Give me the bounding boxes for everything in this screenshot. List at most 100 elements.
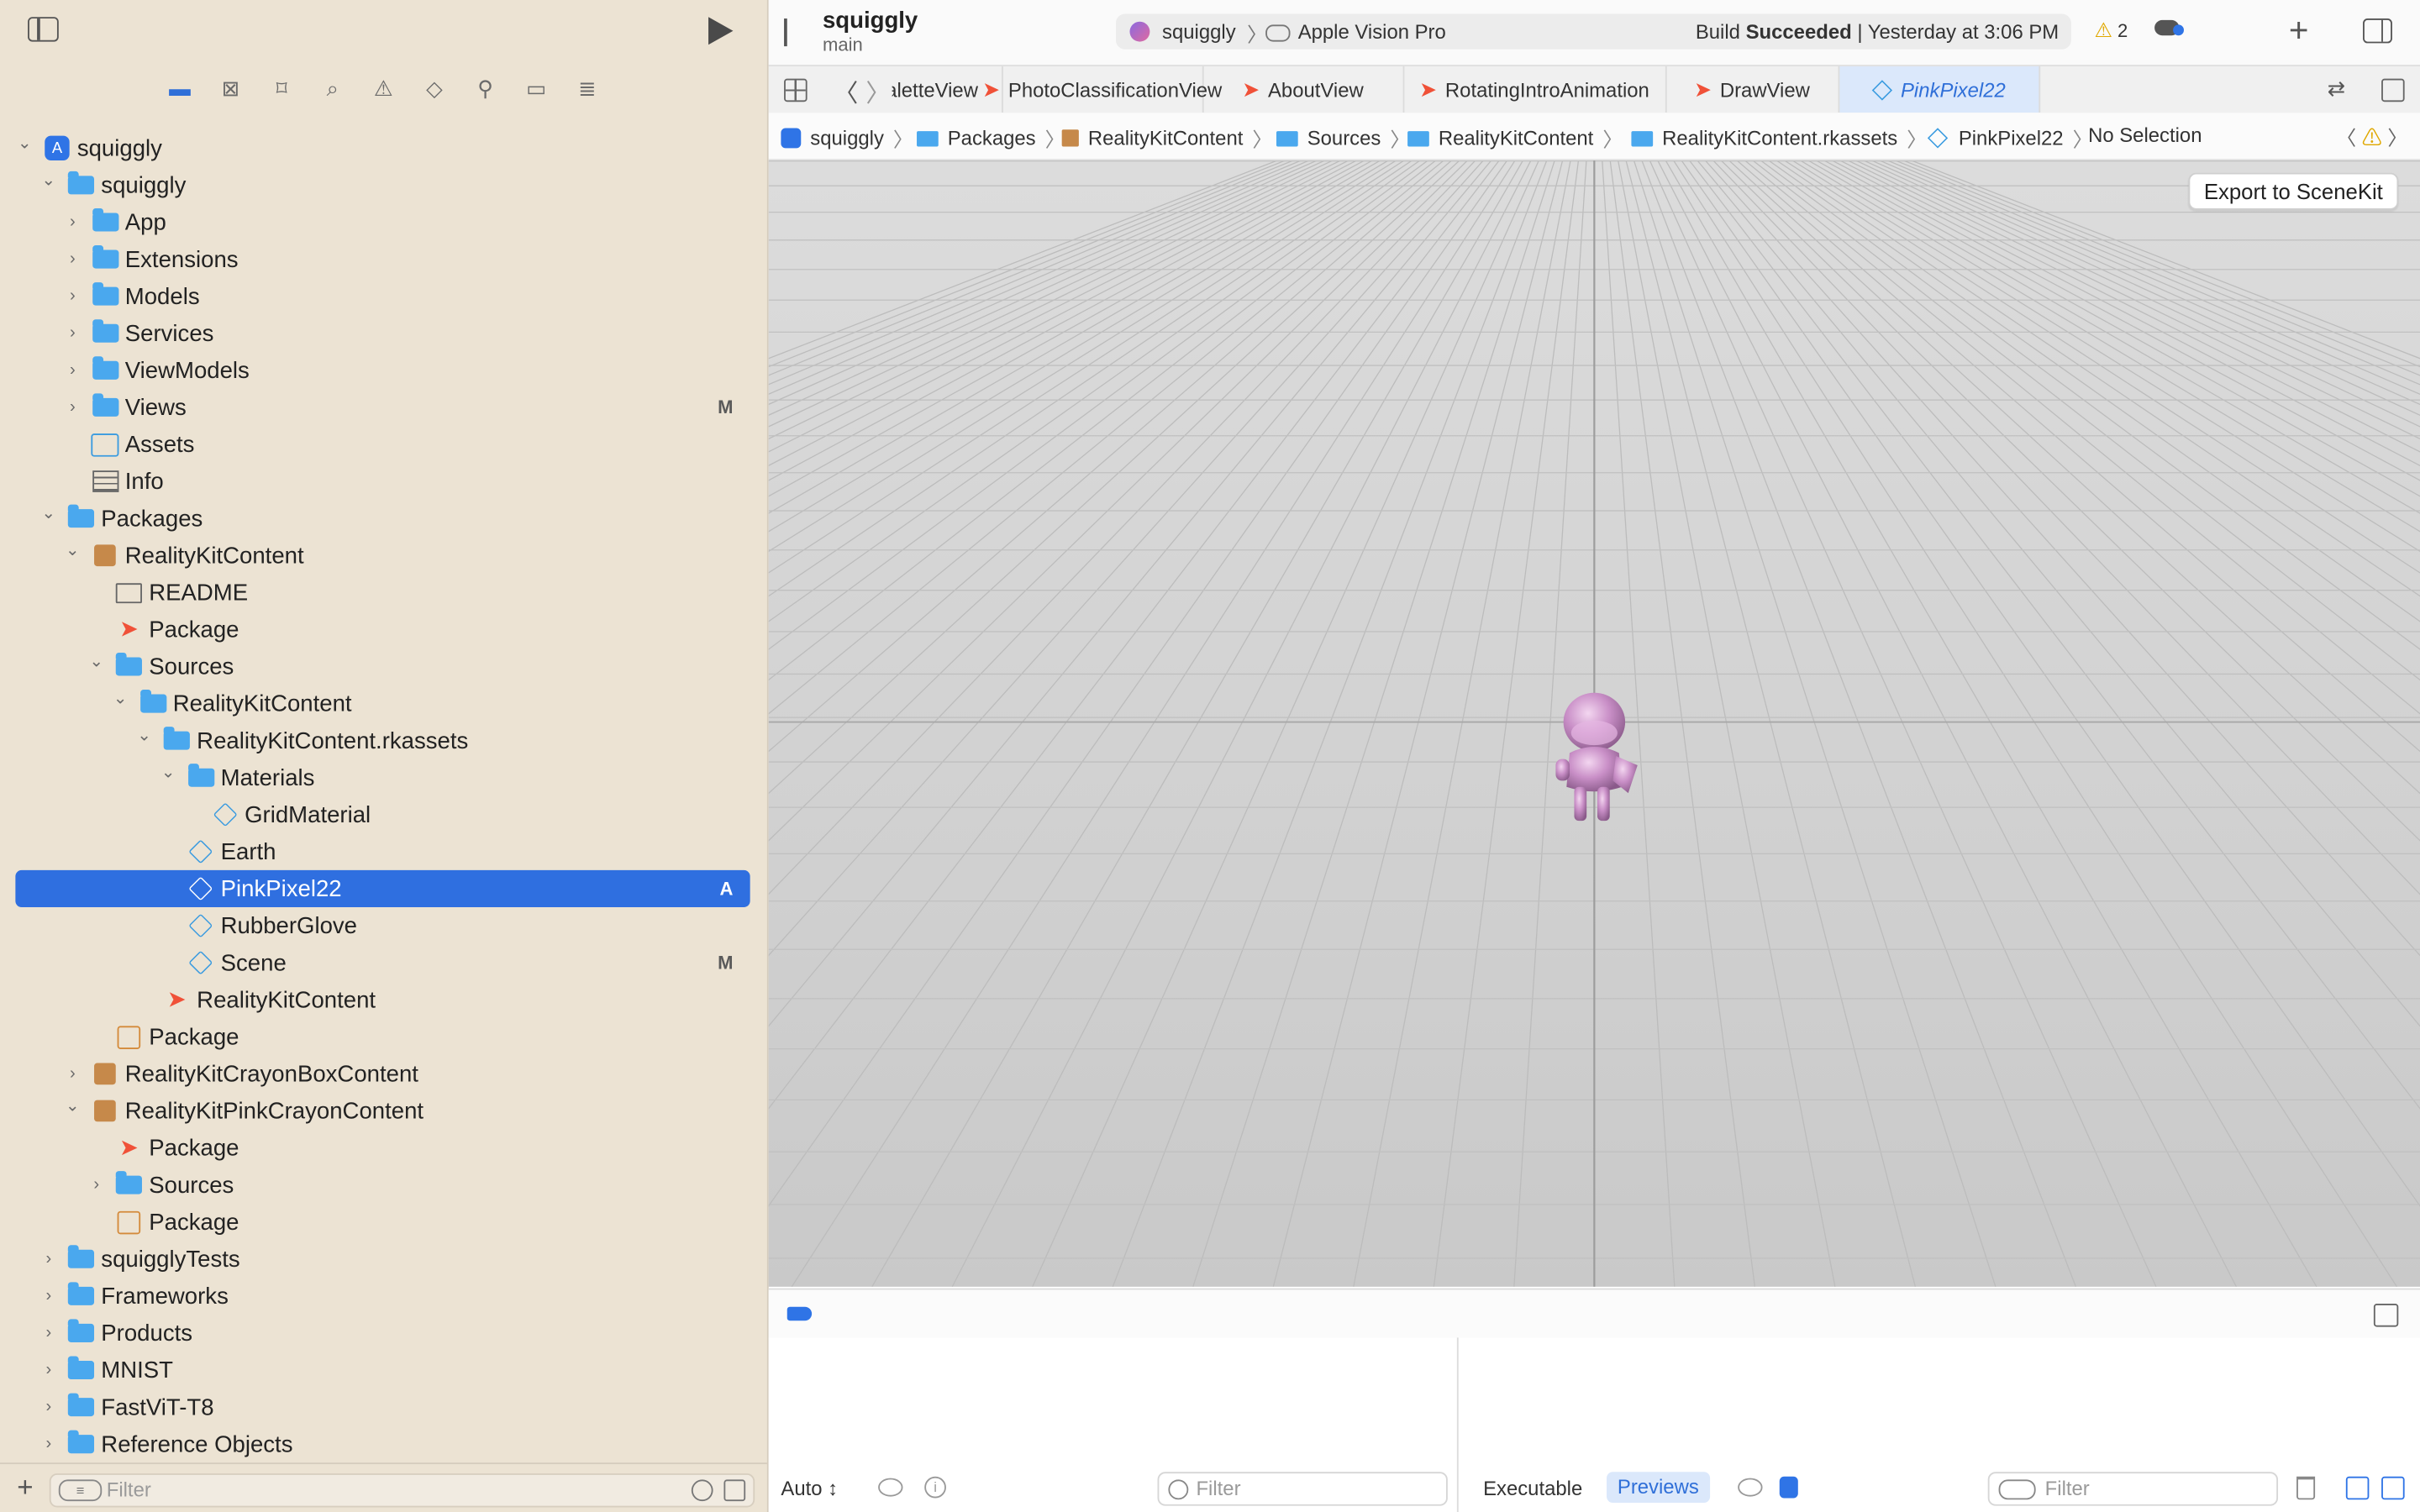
chevron-right-icon[interactable]: › — [39, 1361, 58, 1379]
chevron-right-icon[interactable]: › — [87, 1176, 106, 1194]
variables-scope-selector[interactable]: Auto ↕ — [781, 1477, 838, 1500]
tree-row[interactable]: README — [15, 574, 750, 611]
folder-icon[interactable]: ▬ — [165, 72, 196, 103]
chevron-right-icon[interactable]: › — [39, 1324, 58, 1342]
executable-tab[interactable]: Executable — [1483, 1477, 1582, 1500]
chevron-down-icon[interactable]: ⌄ — [39, 170, 58, 189]
tree-row[interactable]: › ViewModels — [15, 352, 750, 389]
filter-options-icon[interactable] — [1998, 1479, 2036, 1500]
chevron-down-icon[interactable]: ⌄ — [63, 1095, 82, 1115]
tree-row[interactable]: ➤ Package — [15, 1129, 750, 1166]
tree-row[interactable]: ⌄ Packages — [15, 500, 750, 537]
tree-row[interactable]: ⌄ Sources — [15, 648, 750, 685]
chevron-down-icon[interactable]: ⌄ — [63, 540, 82, 559]
chevron-right-icon[interactable]: › — [39, 1435, 58, 1453]
tree-row[interactable]: › RealityKitCrayonBoxContent — [15, 1055, 750, 1092]
variables-filter-field[interactable]: Filter — [1157, 1472, 1448, 1506]
tree-row[interactable]: › MNIST — [15, 1352, 750, 1389]
chevron-right-icon[interactable]: › — [63, 213, 82, 231]
jumpbar-item[interactable]: Packages 〉 — [917, 123, 1065, 153]
tree-row[interactable]: ⌄ RealityKitContent — [15, 537, 750, 574]
chevron-down-icon[interactable]: ⌄ — [39, 503, 58, 522]
jumpbar-item[interactable]: PinkPixel22 〉 — [1927, 123, 2093, 153]
tree-row[interactable]: › squigglyTests — [15, 1241, 750, 1278]
spray-icon[interactable]: ⚲ — [470, 72, 501, 103]
tree-row[interactable]: ⌄ Asquiggly — [15, 129, 750, 166]
hide-debug-area-icon[interactable] — [2373, 1304, 2399, 1327]
tag-icon[interactable]: ▭ — [521, 72, 552, 103]
trash-icon[interactable] — [2296, 1476, 2316, 1500]
search-icon[interactable]: ⌕ — [317, 72, 348, 103]
tree-row[interactable]: RubberGlove — [15, 907, 750, 944]
tree-row[interactable]: Assets — [15, 426, 750, 463]
tree-row[interactable]: › Frameworks — [15, 1278, 750, 1315]
tree-row[interactable]: › Services — [15, 315, 750, 352]
issue-warning-icon[interactable]: ⚠ — [2362, 127, 2382, 150]
chevron-right-icon[interactable]: › — [63, 1064, 82, 1083]
xmark-square-icon[interactable]: ⊠ — [215, 72, 246, 103]
diamond-icon[interactable]: ◇ — [419, 72, 450, 103]
jumpbar-item[interactable]: squiggly 〉 — [781, 123, 913, 153]
debug-split-divider[interactable] — [1456, 1337, 1459, 1512]
tree-row[interactable]: ⌄ RealityKitPinkCrayonContent — [15, 1092, 750, 1129]
tree-row[interactable]: › Reference Objects — [15, 1425, 750, 1462]
back-icon[interactable]: 〈 — [834, 72, 858, 109]
project-name[interactable]: squiggly — [823, 8, 918, 34]
editor-tab[interactable]: ➤ PhotoClassificationView — [983, 66, 1222, 113]
editor-tab[interactable]: ➤ DrawView — [1667, 66, 1840, 113]
branch-name[interactable]: main — [823, 34, 863, 55]
forward-icon[interactable]: 〉 — [865, 72, 890, 109]
realitykit-viewport[interactable]: Export to SceneKit — [768, 160, 2420, 1287]
right-pane-icon[interactable] — [2381, 1476, 2405, 1500]
tree-row[interactable]: Package — [15, 1204, 750, 1241]
tree-row[interactable]: ➤ Package — [15, 611, 750, 648]
breakpoints-toggle-icon[interactable] — [786, 1306, 813, 1321]
chevron-down-icon[interactable]: ⌄ — [159, 762, 177, 781]
jumpbar-item[interactable]: RealityKitContent.rkassets 〉 — [1631, 123, 1927, 153]
tree-row[interactable]: ➤ RealityKitContent — [15, 981, 750, 1018]
tree-row[interactable]: › FastViT-T8 — [15, 1389, 750, 1425]
editor-tab[interactable]: PinkPixel22 — [1839, 66, 2041, 113]
chevron-right-icon[interactable]: › — [39, 1250, 58, 1268]
console-eye-icon[interactable] — [1738, 1478, 1763, 1497]
swap-icon[interactable]: ⇄ — [2328, 76, 2346, 102]
jumpbar-item[interactable]: RealityKitContent 〉 — [1407, 123, 1623, 153]
chevron-right-icon[interactable]: › — [39, 1287, 58, 1305]
run-button[interactable] — [708, 17, 734, 45]
scheme-selector[interactable]: squiggly — [1162, 20, 1236, 44]
tree-row[interactable]: Package — [15, 1018, 750, 1055]
sidebar-toggle-icon[interactable] — [28, 17, 59, 42]
tree-row[interactable]: PinkPixel22 A — [15, 869, 750, 907]
cloud-status-icon[interactable] — [2154, 19, 2184, 36]
jumpbar-item[interactable]: Sources 〉 — [1276, 123, 1410, 153]
tree-row[interactable]: › Views M — [15, 389, 750, 426]
tree-row[interactable]: ⌄ RealityKitContent — [15, 685, 750, 722]
console-toggle-icon[interactable] — [1779, 1476, 1798, 1499]
info-icon[interactable]: i — [924, 1476, 946, 1499]
chevron-down-icon[interactable]: ⌄ — [87, 651, 106, 670]
pink-pixel-model[interactable] — [1548, 685, 1640, 824]
tree-row[interactable]: › Models — [15, 278, 750, 315]
chevron-right-icon[interactable]: › — [63, 287, 82, 306]
jumpbar-item[interactable]: No Selection — [2088, 123, 2202, 147]
report-icon[interactable]: ≣ — [572, 72, 603, 103]
tree-row[interactable]: Earth — [15, 833, 750, 870]
chevron-down-icon[interactable]: ⌄ — [111, 688, 129, 707]
bookmark-icon[interactable]: ⌑ — [266, 72, 297, 103]
destination-selector[interactable]: Apple Vision Pro — [1298, 20, 1446, 44]
next-issue-icon[interactable]: 〉 — [2387, 127, 2407, 150]
add-file-icon[interactable]: + — [17, 1472, 33, 1504]
editor-tab[interactable]: ➤ RotatingIntroAnimation — [1404, 66, 1667, 113]
chevron-right-icon[interactable]: › — [63, 250, 82, 269]
left-pane-icon[interactable] — [2345, 1476, 2370, 1500]
tree-row[interactable]: ⌄ squiggly — [15, 166, 750, 203]
tree-row[interactable]: Scene M — [15, 944, 750, 981]
chevron-right-icon[interactable]: › — [63, 398, 82, 417]
previews-tab[interactable]: Previews — [1607, 1472, 1710, 1503]
tree-row[interactable]: › Sources — [15, 1167, 750, 1204]
library-plus-icon[interactable]: + — [2289, 11, 2309, 51]
warning-icon[interactable]: ⚠ — [368, 72, 399, 103]
inspector-toggle-icon[interactable] — [2363, 18, 2392, 44]
console-filter-field[interactable]: Filter — [1987, 1472, 2279, 1506]
add-editor-icon[interactable] — [2381, 78, 2405, 102]
